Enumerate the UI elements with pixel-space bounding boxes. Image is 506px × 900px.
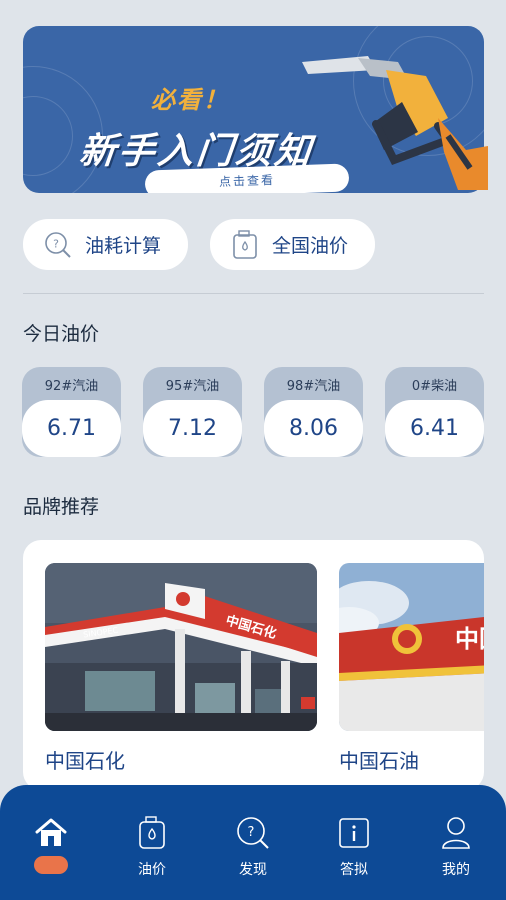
fuel-price: 7.12 [168, 416, 217, 441]
sinopec-station-photo: 中国石化 SINOPEC [45, 563, 317, 731]
brand-name: 中国石化 [45, 749, 125, 773]
fuel-name: 0#柴油 [411, 379, 458, 394]
fuel-name: 98#汽油 [286, 379, 341, 394]
petrochina-sign-text: 中国 [455, 625, 484, 653]
tab-mine[interactable]: 我的 [416, 815, 496, 879]
fuel-can-icon [230, 229, 260, 260]
svg-text:?: ? [248, 825, 255, 840]
price-card-92[interactable]: 92#汽油 6.71 [22, 367, 121, 457]
fuel-consumption-calc-label: 油耗计算 [85, 235, 162, 257]
banner-tag: 必看！ [151, 86, 229, 114]
tab-oil-price[interactable]: 油价 [112, 815, 192, 879]
fuel-name: 95#汽油 [165, 379, 220, 394]
fuel-name: 92#汽油 [44, 379, 99, 394]
fuel-consumption-calc-button[interactable]: ? 油耗计算 [23, 219, 188, 270]
home-icon [33, 815, 69, 851]
today-price-title: 今日油价 [23, 323, 100, 345]
fuel-can-icon [134, 815, 170, 851]
fuel-price: 6.41 [410, 416, 459, 441]
brand-name: 中国石油 [339, 749, 419, 773]
svg-text:?: ? [53, 237, 59, 250]
brand-recommend-title: 品牌推荐 [23, 496, 100, 518]
national-oil-price-label: 全国油价 [272, 235, 349, 257]
tab-label: 答拟 [340, 862, 368, 878]
magnifier-question-icon: ? [43, 230, 73, 260]
fuel-price: 6.71 [47, 416, 96, 441]
price-card-95[interactable]: 95#汽油 7.12 [143, 367, 242, 457]
brand-card-sinopec[interactable]: 中国石化 SINOPEC 中国石化 [45, 563, 317, 774]
discover-icon: ? [235, 815, 271, 851]
tab-label: 油价 [138, 862, 166, 878]
fuel-nozzle-icon [302, 56, 488, 190]
divider [23, 293, 484, 294]
active-tab-indicator [34, 856, 68, 874]
brand-carousel[interactable]: 中国石化 SINOPEC 中国石化 中 中国石油 [23, 540, 484, 790]
brand-card-petrochina[interactable]: 中国 中国石油 [339, 563, 484, 774]
fuel-price: 8.06 [289, 416, 338, 441]
tab-home[interactable] [11, 815, 91, 874]
bottom-tab-bar: 油价 ? 发现 答拟 我的 [0, 785, 506, 900]
info-icon [336, 815, 372, 851]
tab-label: 发现 [239, 862, 267, 878]
national-oil-price-button[interactable]: 全国油价 [210, 219, 375, 270]
user-icon [438, 815, 474, 851]
petrochina-station-photo: 中国 [339, 563, 484, 731]
price-card-diesel[interactable]: 0#柴油 6.41 [385, 367, 484, 457]
tab-label: 我的 [442, 862, 470, 878]
tab-discover[interactable]: ? 发现 [213, 815, 293, 879]
tab-answers[interactable]: 答拟 [314, 815, 394, 879]
price-card-98[interactable]: 98#汽油 8.06 [264, 367, 363, 457]
